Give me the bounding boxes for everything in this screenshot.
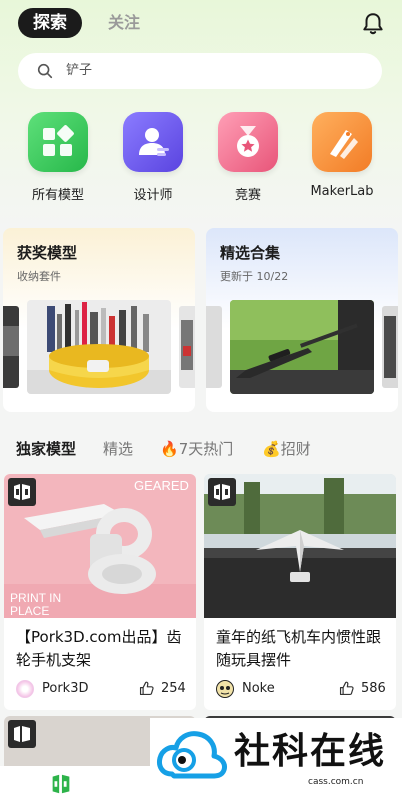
- tab-follow[interactable]: 关注: [108, 8, 140, 38]
- feature-subtitle: 更新于 10/22: [220, 270, 289, 283]
- like-count: 586: [361, 681, 386, 696]
- thumbs-up-icon[interactable]: [138, 680, 155, 697]
- category-all-models[interactable]: 所有模型: [10, 112, 106, 204]
- fire-icon: 🔥: [160, 440, 179, 458]
- all-models-icon: [28, 112, 88, 172]
- exclusive-badge-icon: [8, 478, 36, 506]
- category-label: 所有模型: [31, 188, 84, 203]
- section-tab-fortune[interactable]: 💰招财: [262, 438, 311, 460]
- watermark-overlay: 社科在线 cass.com.cn: [150, 718, 402, 798]
- carousel-prev-image: [206, 306, 222, 388]
- feature-title: 精选合集: [220, 244, 281, 262]
- makerlab-icon: [312, 112, 372, 172]
- category-contest[interactable]: 竞赛: [200, 112, 296, 204]
- feature-title: 获奖模型: [17, 244, 78, 262]
- notification-bell-icon[interactable]: [360, 11, 386, 37]
- category-label: 竞赛: [234, 188, 261, 203]
- carousel-prev-image: [3, 306, 19, 388]
- author-avatar: [216, 680, 234, 698]
- contest-medal-icon: [218, 112, 278, 172]
- designer-icon: [123, 112, 183, 172]
- tab-explore[interactable]: 探索: [18, 8, 82, 38]
- author-name[interactable]: Pork3D: [42, 680, 88, 698]
- watermark-brand-text: 社科在线: [234, 731, 387, 772]
- cloud-logo-icon: [157, 731, 227, 779]
- category-label: 设计师: [133, 188, 173, 203]
- feature-card-curated-collection[interactable]: 精选合集 更新于 10/22: [206, 228, 398, 412]
- product-card[interactable]: GEARED PRINT IN PLACE 【Pork3D.com出品】齿轮手机支…: [4, 474, 196, 710]
- home-logo-icon[interactable]: [48, 771, 74, 797]
- category-designer[interactable]: 设计师: [105, 112, 201, 204]
- search-bar[interactable]: 铲子: [18, 53, 382, 89]
- author-name[interactable]: Noke: [242, 680, 275, 698]
- money-bag-icon: 💰: [262, 440, 281, 458]
- section-tab-label: 招财: [280, 440, 311, 458]
- search-icon: [37, 63, 53, 79]
- author-avatar: [16, 680, 34, 698]
- top-header: 探索 关注: [0, 0, 402, 48]
- feature-card-award-models[interactable]: 获奖模型 收纳套件: [3, 228, 195, 412]
- section-tab-exclusive[interactable]: 独家模型: [16, 438, 76, 460]
- image-caption-top: GEARED: [134, 478, 189, 493]
- organizer-kit-image: [27, 300, 171, 394]
- watermark-url-text: cass.com.cn: [308, 777, 364, 787]
- section-tab-label: 7天热门: [178, 440, 234, 458]
- section-tab-featured[interactable]: 精选: [103, 438, 133, 460]
- exclusive-badge-icon: [208, 478, 236, 506]
- section-tab-hot-7days[interactable]: 🔥7天热门: [160, 438, 233, 460]
- product-title: 童年的纸飞机车内惯性跟随玩具摆件: [216, 628, 382, 669]
- carousel-next-image: [179, 306, 195, 388]
- thumbs-up-icon[interactable]: [338, 680, 355, 697]
- product-card[interactable]: 童年的纸飞机车内惯性跟随玩具摆件 Noke 586: [204, 474, 396, 710]
- sniper-rifle-model-image: [230, 300, 374, 394]
- category-makerlab[interactable]: MakerLab: [294, 112, 390, 204]
- product-title: 【Pork3D.com出品】齿轮手机支架: [16, 628, 182, 669]
- like-count: 254: [161, 681, 186, 696]
- feature-subtitle: 收纳套件: [17, 270, 61, 283]
- carousel-next-image: [382, 306, 398, 388]
- category-label: MakerLab: [310, 184, 374, 199]
- search-input[interactable]: 铲子: [66, 53, 92, 89]
